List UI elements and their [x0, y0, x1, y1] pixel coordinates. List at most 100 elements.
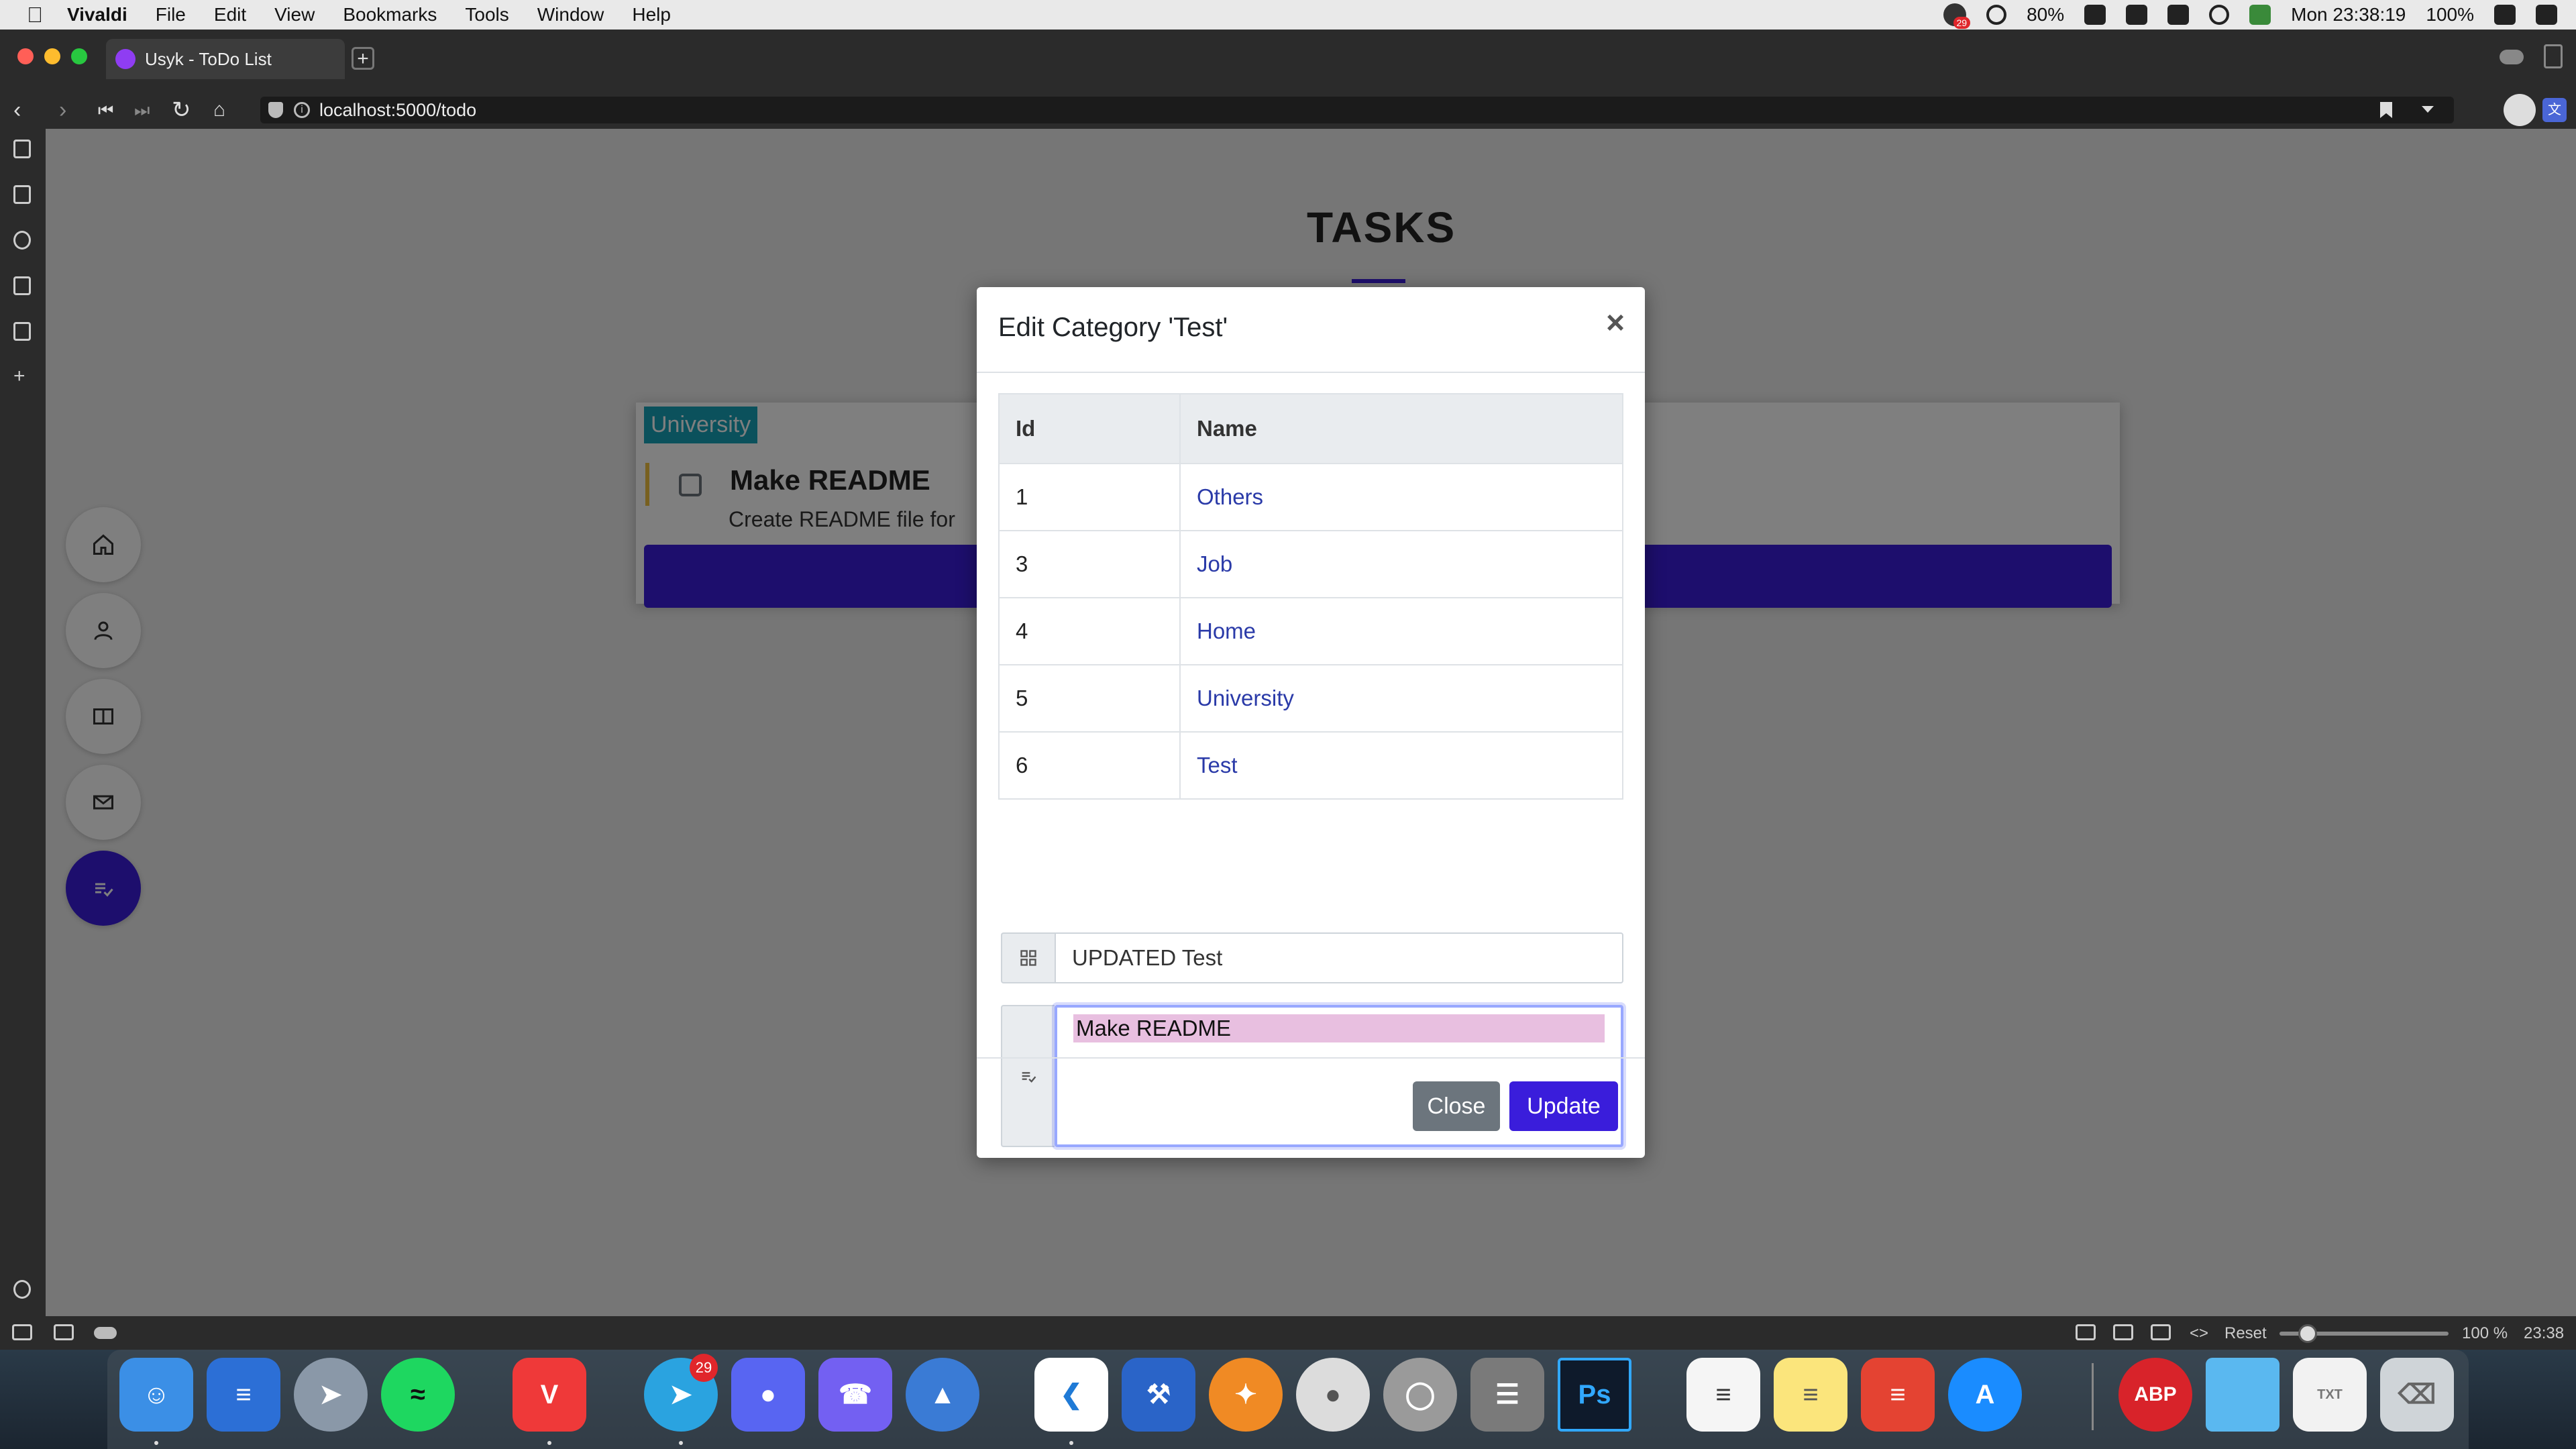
category-link[interactable]: University: [1179, 664, 1623, 733]
category-link[interactable]: Home: [1179, 597, 1623, 665]
menubar-clock[interactable]: Mon 23:38:19: [2291, 4, 2406, 25]
vivaldi-icon[interactable]: V: [513, 1358, 586, 1432]
menu-file[interactable]: File: [156, 4, 186, 25]
launchpad-icon[interactable]: ➤: [294, 1358, 368, 1432]
finder-icon[interactable]: ☺: [119, 1358, 193, 1432]
notes-icon[interactable]: ≡: [1774, 1358, 1847, 1432]
battery-ring-icon[interactable]: [1986, 5, 2007, 25]
downloads-panel-icon[interactable]: [13, 185, 31, 204]
forward-icon[interactable]: ›: [59, 98, 66, 122]
disk-utility-icon[interactable]: ◯: [1383, 1358, 1457, 1432]
zoom-level: 100 %: [2462, 1324, 2508, 1342]
telegram-badge: 29: [690, 1354, 718, 1382]
bookmarks-panel-icon[interactable]: [13, 140, 31, 158]
macos-menubar:  Vivaldi File Edit View Bookmarks Tools…: [0, 0, 2576, 30]
swift-playgrounds-icon[interactable]: ✦: [1209, 1358, 1283, 1432]
browser-statusbar: <> Reset 100 % 23:38: [0, 1316, 2576, 1350]
closed-tabs-trash-icon[interactable]: [2544, 44, 2563, 68]
notification-tray-icon[interactable]: 29: [1943, 3, 1971, 29]
window-icon[interactable]: [2113, 1324, 2133, 1340]
url-text[interactable]: localhost:5000/todo: [319, 100, 476, 121]
bookmark-icon[interactable]: [2380, 102, 2392, 118]
copilot-icon[interactable]: ▲: [906, 1358, 979, 1432]
tab-favicon-icon: [115, 49, 136, 69]
history-panel-icon[interactable]: [13, 231, 31, 250]
menu-view[interactable]: View: [274, 4, 315, 25]
dock-running-indicator: [679, 1441, 683, 1445]
menu-tools[interactable]: Tools: [465, 4, 508, 25]
shield-icon[interactable]: [268, 102, 283, 118]
signal-icon[interactable]: [2249, 5, 2271, 25]
new-tab-button[interactable]: +: [352, 47, 374, 70]
outline-icon[interactable]: ≡: [207, 1358, 280, 1432]
translate-icon[interactable]: 文: [2542, 98, 2567, 122]
app-store-icon[interactable]: A: [1948, 1358, 2022, 1432]
camera-icon[interactable]: [2076, 1324, 2096, 1340]
zoom-slider-handle[interactable]: [2298, 1324, 2317, 1343]
spotify-icon[interactable]: ≈: [381, 1358, 455, 1432]
category-link[interactable]: Job: [1179, 530, 1623, 598]
adblock-plus-icon[interactable]: ABP: [2118, 1358, 2192, 1432]
window-panel-icon[interactable]: [13, 322, 31, 341]
code-icon[interactable]: <>: [2190, 1324, 2208, 1343]
panel-toggle-icon[interactable]: [12, 1324, 32, 1340]
viber-icon[interactable]: ☎: [818, 1358, 892, 1432]
profile-avatar[interactable]: [2504, 94, 2536, 126]
fast-forward-icon[interactable]: ⏭: [134, 98, 150, 122]
tab-active[interactable]: Usyk - ToDo List: [106, 39, 345, 79]
xcode-icon[interactable]: ⚒: [1122, 1358, 1195, 1432]
menu-help[interactable]: Help: [632, 4, 671, 25]
window-close-icon[interactable]: [17, 48, 34, 64]
update-button[interactable]: Update: [1509, 1081, 1618, 1131]
window-zoom-icon[interactable]: [71, 48, 87, 64]
menu-app-name[interactable]: Vivaldi: [67, 4, 127, 25]
power-icon[interactable]: [2084, 5, 2106, 25]
database-icon[interactable]: ☰: [1470, 1358, 1544, 1432]
control-center-icon[interactable]: [2536, 5, 2557, 25]
search-icon[interactable]: [2209, 5, 2230, 25]
reload-icon[interactable]: ↻: [172, 98, 191, 122]
tab-tiling-icon[interactable]: [54, 1324, 74, 1340]
cloud-icon[interactable]: [94, 1327, 117, 1339]
apple-menu-icon[interactable]: : [27, 4, 47, 25]
trash-icon[interactable]: ⌫: [2380, 1358, 2454, 1432]
category-name-input[interactable]: UPDATED Test: [1055, 932, 1623, 983]
txt-file-icon[interactable]: TXT: [2293, 1358, 2367, 1432]
battery-icon[interactable]: [2494, 5, 2516, 25]
photoshop-icon[interactable]: Ps: [1558, 1358, 1631, 1432]
browser-side-panel: +: [0, 129, 46, 1316]
site-info-icon[interactable]: i: [294, 102, 310, 118]
window-minimize-icon[interactable]: [44, 48, 60, 64]
font-icon[interactable]: [2126, 5, 2148, 25]
browser-addressbar: ‹ › ⏮ ⏭ ↻ ⌂ i localhost:5000/todo 文: [0, 91, 2576, 129]
category-link[interactable]: Others: [1179, 463, 1623, 531]
url-field[interactable]: i localhost:5000/todo: [260, 97, 2454, 123]
back-icon[interactable]: ‹: [13, 98, 21, 122]
add-panel-icon[interactable]: +: [13, 366, 31, 386]
home-icon[interactable]: ⌂: [213, 98, 225, 122]
vscode-icon[interactable]: ❮: [1034, 1358, 1108, 1432]
sync-cloud-icon[interactable]: [2500, 50, 2524, 64]
menu-window[interactable]: Window: [537, 4, 604, 25]
chevron-down-icon[interactable]: [2422, 106, 2434, 113]
close-button[interactable]: Close: [1413, 1081, 1500, 1131]
notes-panel-icon[interactable]: [13, 276, 31, 295]
dock-running-indicator: [1069, 1441, 1073, 1445]
tableplus-icon[interactable]: ●: [1296, 1358, 1370, 1432]
settings-gear-icon[interactable]: [13, 1280, 31, 1299]
discord-icon[interactable]: ●: [731, 1358, 805, 1432]
close-icon[interactable]: ×: [1606, 305, 1625, 341]
modal-title: Edit Category 'Test': [998, 313, 1228, 342]
zoom-reset[interactable]: Reset: [2224, 1324, 2267, 1343]
layout-icon[interactable]: [2167, 5, 2190, 25]
cell-id: 3: [998, 530, 1181, 598]
menu-bookmarks[interactable]: Bookmarks: [343, 4, 437, 25]
menu-edit[interactable]: Edit: [214, 4, 246, 25]
cell-id: 5: [998, 664, 1181, 733]
rewind-icon[interactable]: ⏮: [98, 98, 113, 122]
image-icon[interactable]: [2151, 1324, 2171, 1340]
todoist-icon[interactable]: ≡: [1861, 1358, 1935, 1432]
reminders-icon[interactable]: ≡: [1686, 1358, 1760, 1432]
folder-icon[interactable]: [2206, 1358, 2279, 1432]
category-link[interactable]: Test: [1179, 731, 1623, 800]
